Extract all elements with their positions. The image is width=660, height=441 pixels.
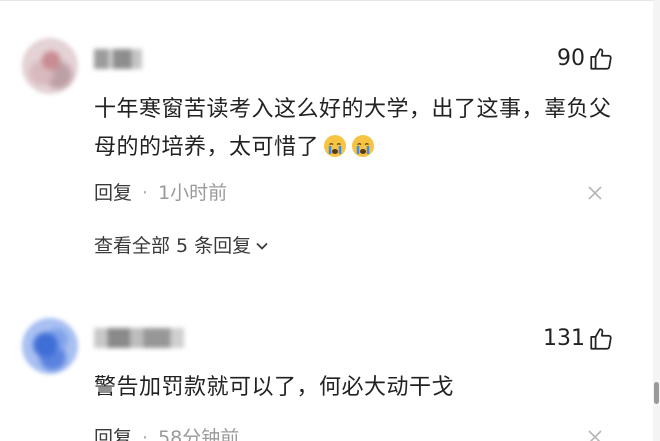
avatar[interactable]: [22, 38, 78, 94]
top-divider: [0, 0, 660, 1]
like-count: 90: [557, 46, 585, 71]
comment-meta: 回复 · 58分钟前: [94, 426, 239, 441]
chevron-down-icon: [256, 242, 268, 250]
view-all-replies-label: 查看全部 5 条回复: [94, 235, 252, 257]
comment-time: 58分钟前: [158, 427, 240, 441]
comment-feed: 90 十年寒窗苦读考入这么好的大学，出了这事，辜负父母的的培养，太可惜了 回复 …: [0, 0, 660, 441]
close-icon[interactable]: [588, 186, 602, 200]
like-button[interactable]: 131: [543, 326, 614, 352]
meta-separator: ·: [142, 427, 149, 441]
comment-body: 警告加罚款就可以了，何必大动干戈: [94, 375, 455, 400]
like-button[interactable]: 90: [557, 46, 614, 72]
view-all-replies-button[interactable]: 查看全部 5 条回复: [94, 234, 269, 258]
meta-separator: ·: [142, 182, 149, 204]
like-count: 131: [543, 326, 585, 351]
comment-time: 1小时前: [158, 182, 228, 204]
comment-text: 警告加罚款就可以了，何必大动干戈: [94, 369, 624, 407]
username-blurred[interactable]: [94, 328, 184, 348]
thumbs-up-icon[interactable]: [588, 46, 614, 72]
crying-face-emoji-icon: [352, 135, 375, 157]
scrollbar-track[interactable]: [653, 0, 660, 441]
reply-button[interactable]: 回复: [94, 181, 132, 205]
comment-text: 十年寒窗苦读考入这么好的大学，出了这事，辜负父母的的培养，太可惜了: [94, 91, 624, 167]
close-icon[interactable]: [588, 430, 602, 441]
avatar[interactable]: [22, 318, 78, 374]
reply-button[interactable]: 回复: [94, 426, 132, 441]
comment-meta: 回复 · 1小时前: [94, 181, 227, 205]
crying-face-emoji-icon: [324, 135, 347, 157]
thumbs-up-icon[interactable]: [588, 326, 614, 352]
scrollbar-thumb[interactable]: [654, 382, 659, 404]
username-blurred[interactable]: [94, 49, 142, 69]
